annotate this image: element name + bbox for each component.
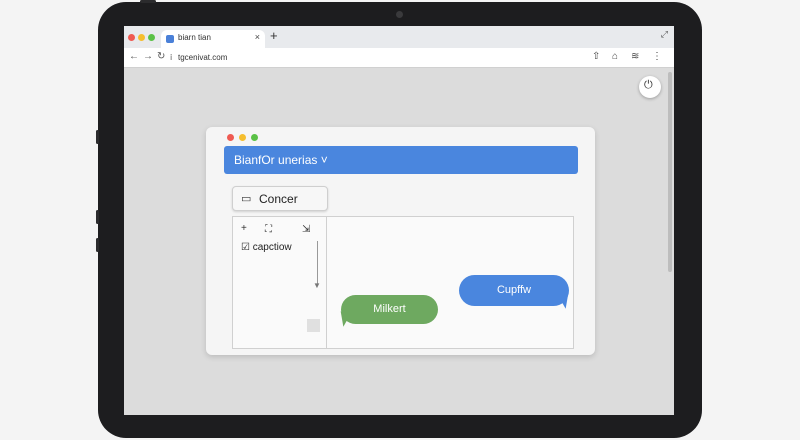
maximize-window-dot[interactable]	[148, 34, 155, 41]
extensions-icon[interactable]: ≋	[631, 51, 639, 62]
address-bar[interactable]: tgcenivat.com	[178, 53, 227, 62]
tab-bar: biarn tian × + ⤢	[124, 26, 674, 48]
chat-bubble-blue[interactable]: Cupffw	[459, 275, 569, 306]
app-close-dot[interactable]	[227, 134, 234, 141]
close-window-dot[interactable]	[128, 34, 135, 41]
connector-line	[317, 241, 318, 285]
app-title-dropdown[interactable]: BianfOr unerias ˅	[224, 146, 578, 174]
forward-button[interactable]: →	[143, 51, 153, 62]
top-button	[140, 0, 156, 3]
tab-close-icon[interactable]: ×	[255, 32, 260, 42]
left-column: + ⛶ ⇲ ☑ capctiow ▼	[233, 217, 327, 348]
power-icon: ⏻	[644, 79, 653, 91]
back-button[interactable]: ←	[129, 51, 139, 62]
browser-toolbar: ← → ↻ ⅰ tgcenivat.com ⇧ ⌂ ≋ ⋮	[124, 48, 674, 68]
app-window: BianfOr unerias ˅ ▭ Concer + ⛶ ⇲ ☑ capct…	[206, 127, 595, 355]
tablet-frame: biarn tian × + ⤢ ← → ↻ ⅰ tgcenivat.com ⇧…	[96, 0, 702, 438]
page-content: ⏻ BianfOr unerias ˅ ▭ Concer + ⛶ ⇲ ☑ cap…	[124, 68, 674, 415]
home-icon[interactable]: ⌂	[612, 51, 618, 62]
export-icon[interactable]: ⇲	[302, 224, 310, 235]
side-button	[96, 130, 99, 144]
app-maximize-dot[interactable]	[251, 134, 258, 141]
arrow-down-icon: ▼	[313, 281, 321, 290]
menu-icon[interactable]: ⋮	[652, 51, 662, 62]
favicon-icon	[166, 35, 174, 43]
expand-icon[interactable]: ⛶	[265, 224, 272, 235]
caption-checkbox[interactable]: ☑ capctiow	[241, 242, 292, 253]
app-minimize-dot[interactable]	[239, 134, 246, 141]
tab-title: biarn tian	[178, 33, 211, 42]
concer-icon: ▭	[241, 193, 252, 205]
site-info-icon[interactable]: ⅰ	[170, 53, 172, 62]
content-panel: + ⛶ ⇲ ☑ capctiow ▼ Milkert Cupffw	[232, 216, 575, 349]
app-title: BianfOr unerias ˅	[234, 153, 328, 167]
minimize-window-dot[interactable]	[138, 34, 145, 41]
side-button	[96, 210, 99, 224]
concer-button[interactable]: ▭ Concer	[232, 186, 328, 211]
add-icon[interactable]: +	[241, 223, 247, 234]
camera	[396, 11, 403, 18]
browser-tab[interactable]: biarn tian ×	[161, 30, 265, 48]
scrollbar[interactable]	[668, 72, 672, 272]
concer-label: Concer	[259, 192, 298, 206]
share-icon[interactable]: ⇧	[592, 51, 600, 62]
screen: biarn tian × + ⤢ ← → ↻ ⅰ tgcenivat.com ⇧…	[124, 26, 674, 415]
placeholder-square	[307, 319, 320, 332]
power-button[interactable]: ⏻	[639, 76, 661, 98]
window-resize-icon[interactable]: ⤢	[661, 29, 668, 40]
side-button	[96, 238, 99, 252]
new-tab-button[interactable]: +	[270, 28, 278, 43]
chat-bubble-green[interactable]: Milkert	[341, 295, 438, 324]
reload-button[interactable]: ↻	[157, 51, 165, 62]
